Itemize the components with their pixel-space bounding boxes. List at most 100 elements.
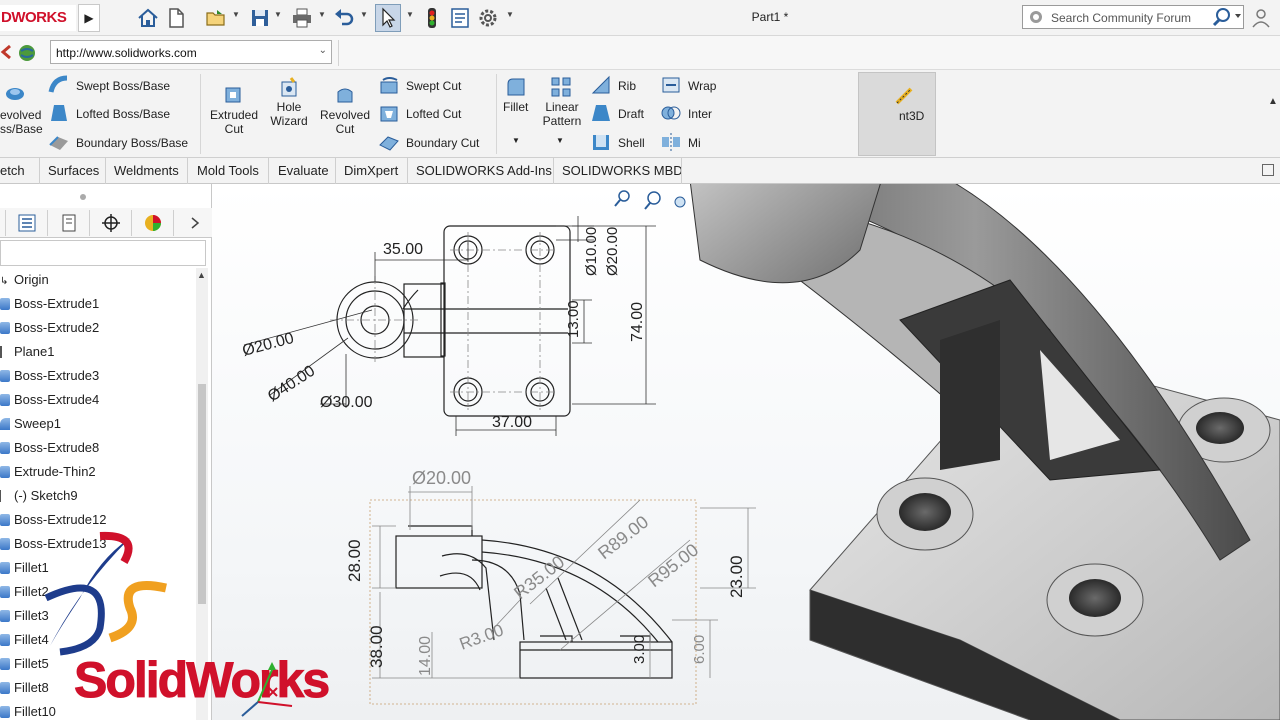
- panel-drag-handle[interactable]: [80, 194, 86, 200]
- restore-window-icon[interactable]: [1262, 164, 1274, 176]
- url-field[interactable]: http://www.solidworks.com ⌄: [50, 40, 332, 64]
- boundary-boss-icon[interactable]: [48, 131, 70, 153]
- tree-item[interactable]: Plane1: [0, 340, 196, 364]
- extruded-cut-icon[interactable]: [222, 84, 244, 106]
- tab-feature-tree[interactable]: [6, 210, 48, 236]
- save-dropdown-icon[interactable]: ▼: [274, 10, 282, 19]
- undo-dropdown-icon[interactable]: ▼: [360, 10, 368, 19]
- draft-icon[interactable]: [590, 102, 612, 124]
- rebuild-traffic-light-icon[interactable]: [420, 6, 444, 30]
- save-icon[interactable]: [248, 6, 272, 30]
- feature-filter-field[interactable]: [0, 240, 206, 266]
- swept-cut-icon[interactable]: [378, 74, 400, 96]
- lofted-boss-icon[interactable]: [48, 102, 70, 124]
- rib-button[interactable]: Rib: [618, 79, 636, 93]
- intersect-button[interactable]: Inter: [688, 107, 712, 121]
- boundary-boss-button[interactable]: Boundary Boss/Base: [76, 136, 188, 150]
- 3d-part-model[interactable]: [212, 184, 1280, 720]
- open-dropdown-icon[interactable]: ▼: [232, 10, 240, 19]
- tree-item[interactable]: (-) Sketch9: [0, 484, 196, 508]
- swept-boss-icon[interactable]: [48, 74, 70, 96]
- home-icon[interactable]: [136, 6, 160, 30]
- tab-surfaces[interactable]: Surfaces: [40, 158, 106, 184]
- web-address-bar: http://www.solidworks.com ⌄: [0, 36, 1280, 70]
- tab-weldments[interactable]: Weldments: [106, 158, 188, 184]
- lofted-cut-icon[interactable]: [378, 102, 400, 124]
- extrude-feature-icon: [0, 442, 10, 454]
- hole-wizard-icon[interactable]: [278, 76, 300, 98]
- tree-item[interactable]: Boss-Extrude8: [0, 436, 196, 460]
- tree-item[interactable]: Boss-Extrude1: [0, 292, 196, 316]
- file-properties-icon[interactable]: [448, 6, 472, 30]
- collapse-ribbon-icon[interactable]: ▲: [1268, 96, 1278, 107]
- print-icon[interactable]: [290, 6, 314, 30]
- tree-item[interactable]: Boss-Extrude3: [0, 364, 196, 388]
- instant3d-icon: [895, 87, 913, 105]
- select-dropdown-icon[interactable]: ▼: [406, 10, 414, 19]
- instant3d-button[interactable]: nt3D: [858, 72, 936, 156]
- tree-item[interactable]: Extrude-Thin2: [0, 460, 196, 484]
- revolved-cut-button[interactable]: Revolved Cut: [318, 108, 372, 136]
- dassault-systemes-logo-icon: [44, 531, 167, 656]
- swept-boss-button[interactable]: Swept Boss/Base: [76, 79, 170, 93]
- swept-cut-button[interactable]: Swept Cut: [406, 79, 461, 93]
- tree-item[interactable]: Boss-Extrude2: [0, 316, 196, 340]
- user-account-icon[interactable]: [1250, 7, 1272, 29]
- scrollbar-thumb[interactable]: [198, 384, 206, 604]
- chevron-down-icon[interactable]: ⌄: [319, 45, 327, 56]
- linear-pattern-button[interactable]: Linear Pattern: [538, 100, 586, 128]
- fillet-button[interactable]: Fillet: [503, 100, 528, 114]
- linear-pattern-icon[interactable]: [550, 76, 572, 98]
- shell-button[interactable]: Shell: [618, 136, 645, 150]
- search-icon[interactable]: [1209, 7, 1243, 27]
- back-icon[interactable]: [0, 43, 12, 61]
- undo-icon[interactable]: [332, 6, 356, 30]
- search-community-forum-field[interactable]: Search Community Forum: [1022, 5, 1244, 29]
- tab-mold-tools[interactable]: Mold Tools: [188, 158, 269, 184]
- tab-evaluate[interactable]: Evaluate: [269, 158, 336, 184]
- lofted-cut-button[interactable]: Lofted Cut: [406, 107, 461, 121]
- options-dropdown-icon[interactable]: ▼: [506, 10, 514, 19]
- fillet-icon[interactable]: [505, 76, 527, 98]
- new-document-icon[interactable]: [164, 6, 188, 30]
- print-dropdown-icon[interactable]: ▼: [318, 10, 326, 19]
- scroll-up-icon[interactable]: ▲: [197, 270, 206, 280]
- extruded-cut-button[interactable]: Extruded Cut: [206, 108, 262, 136]
- fillet-dropdown-icon[interactable]: ▼: [512, 136, 520, 145]
- tab-dimxpert[interactable]: DimXpert: [336, 158, 408, 184]
- draft-button[interactable]: Draft: [618, 107, 644, 121]
- options-gear-icon[interactable]: [476, 6, 500, 30]
- menu-expand-arrow[interactable]: ▶: [78, 4, 100, 32]
- globe-refresh-icon[interactable]: [16, 42, 38, 64]
- coordinate-triad-icon[interactable]: [236, 658, 298, 720]
- tab-solidworks-add-ins[interactable]: SOLIDWORKS Add-Ins: [408, 158, 554, 184]
- lofted-boss-button[interactable]: Lofted Boss/Base: [76, 107, 170, 121]
- pattern-dropdown-icon[interactable]: ▼: [556, 136, 564, 145]
- tab-sketch[interactable]: etch: [0, 158, 40, 184]
- intersect-icon[interactable]: [660, 102, 682, 124]
- revolved-boss-icon[interactable]: [4, 82, 26, 104]
- wrap-button[interactable]: Wrap: [688, 79, 716, 93]
- hole-wizard-button[interactable]: Hole Wizard: [266, 100, 312, 128]
- select-cursor-button[interactable]: [375, 4, 401, 32]
- boundary-cut-button[interactable]: Boundary Cut: [406, 136, 479, 150]
- revolved-boss-button[interactable]: evolved ss/Base: [0, 108, 43, 136]
- revolved-cut-icon[interactable]: [334, 84, 356, 106]
- tab-configuration-manager[interactable]: [90, 210, 132, 236]
- graphics-area[interactable]: 35.00 Ø10.00 Ø20.00 74.00 13.00 Ø20.00 Ø…: [212, 184, 1280, 720]
- solidworks-menu-logo[interactable]: DWORKS: [0, 5, 76, 31]
- more-tabs-chevron-icon[interactable]: [174, 210, 212, 236]
- tab-property-manager[interactable]: [48, 210, 90, 236]
- tab-solidworks-mbd[interactable]: SOLIDWORKS MBD: [554, 158, 682, 184]
- tree-item-origin[interactable]: ↳ Origin: [0, 268, 196, 292]
- wrap-icon[interactable]: [660, 74, 682, 96]
- boundary-cut-icon[interactable]: [378, 131, 400, 153]
- tab-display-manager[interactable]: [132, 210, 174, 236]
- tree-item[interactable]: Sweep1: [0, 412, 196, 436]
- mirror-button[interactable]: Mi: [688, 136, 701, 150]
- shell-icon[interactable]: [590, 131, 612, 153]
- tree-item[interactable]: Boss-Extrude4: [0, 388, 196, 412]
- rib-icon[interactable]: [590, 74, 612, 96]
- open-folder-icon[interactable]: [204, 6, 228, 30]
- mirror-icon[interactable]: [660, 131, 682, 153]
